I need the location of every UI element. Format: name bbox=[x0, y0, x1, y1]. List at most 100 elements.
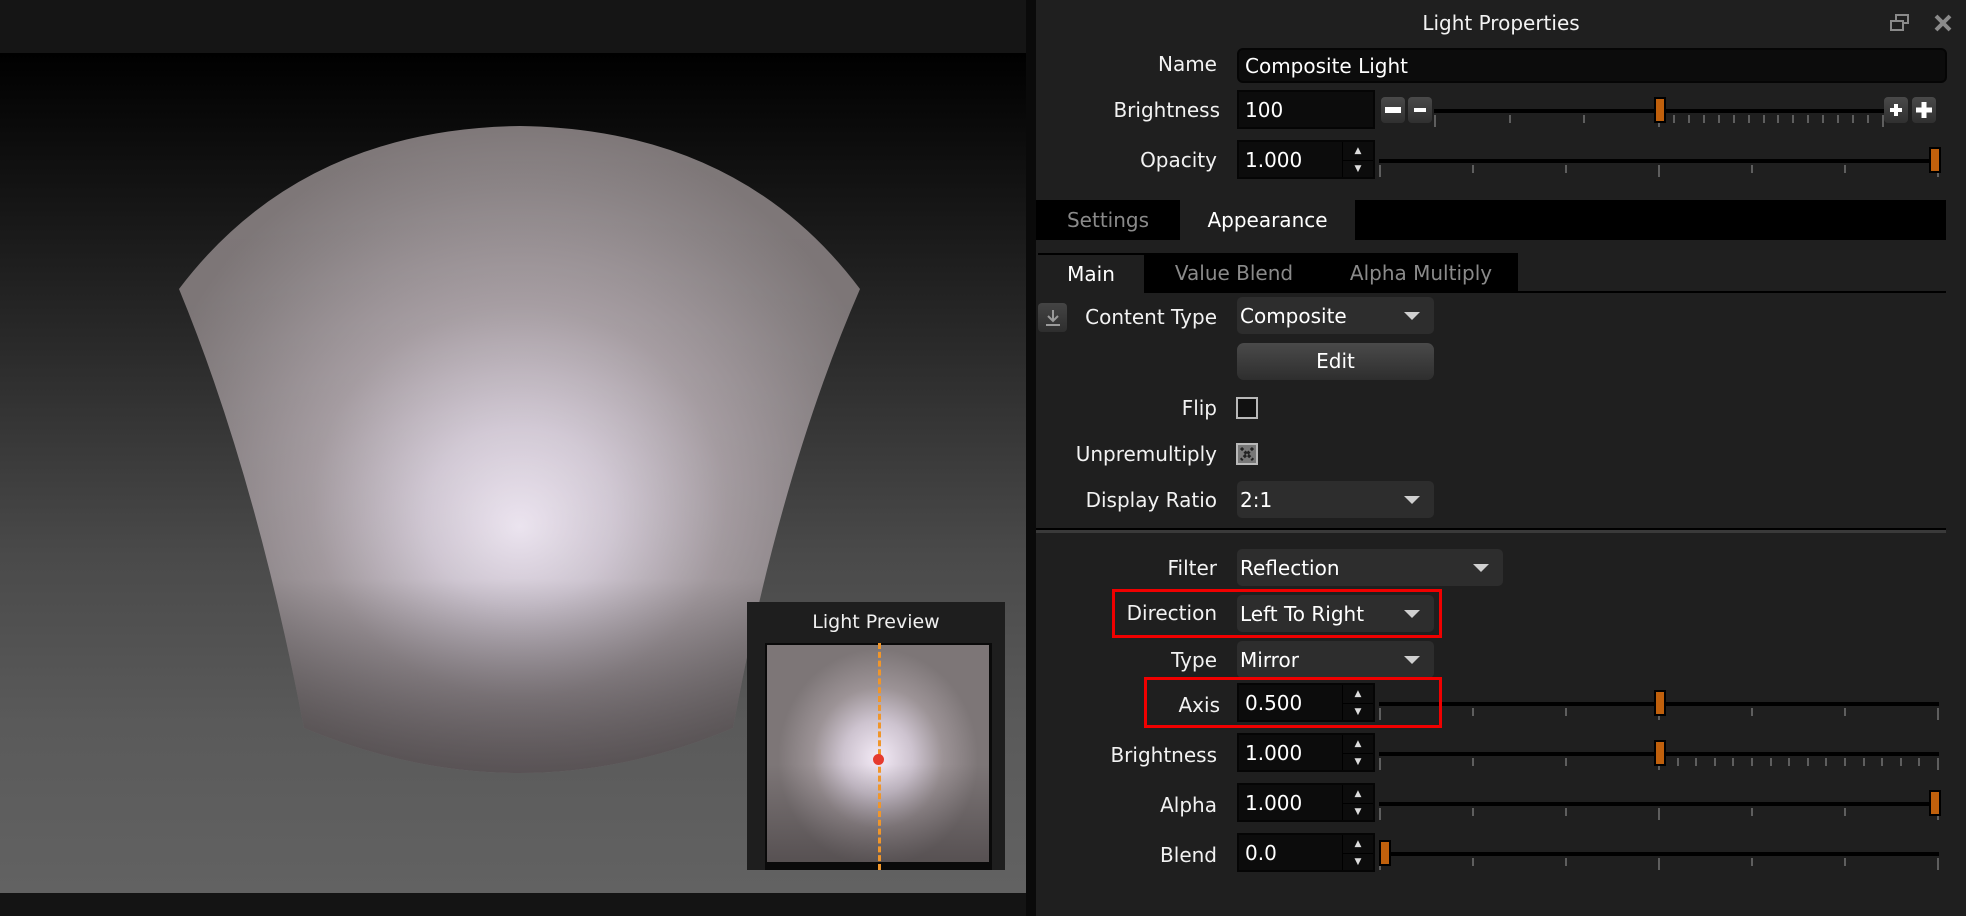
appearance-brightness-input[interactable]: 1.000 ▲ ▼ bbox=[1237, 733, 1375, 772]
slider-tick bbox=[1822, 115, 1825, 123]
opacity-slider[interactable] bbox=[1379, 143, 1941, 183]
axis-slider[interactable] bbox=[1379, 686, 1939, 726]
tab-appearance[interactable]: Appearance bbox=[1180, 200, 1355, 240]
appearance-brightness-slider[interactable] bbox=[1379, 736, 1939, 776]
content-type-dropdown[interactable]: Composite bbox=[1237, 297, 1434, 334]
edit-button[interactable]: Edit bbox=[1237, 343, 1434, 380]
slider-tick bbox=[1672, 115, 1675, 123]
blend-spinner[interactable]: ▲ ▼ bbox=[1342, 835, 1373, 870]
alpha-value: 1.000 bbox=[1245, 790, 1303, 815]
partial-check-icon bbox=[1239, 446, 1255, 462]
slider-tick bbox=[1565, 808, 1567, 816]
spin-up-icon[interactable]: ▲ bbox=[1343, 835, 1373, 854]
slider-track[interactable] bbox=[1379, 852, 1939, 856]
alpha-input[interactable]: 1.000 ▲ ▼ bbox=[1237, 783, 1375, 822]
spin-up-icon[interactable]: ▲ bbox=[1343, 735, 1373, 754]
alpha-slider[interactable] bbox=[1379, 786, 1941, 826]
slider-tick bbox=[1825, 758, 1828, 766]
appearance-brightness-spinner[interactable]: ▲ ▼ bbox=[1342, 735, 1373, 770]
filter-value: Reflection bbox=[1240, 555, 1340, 580]
slider-ticks bbox=[1379, 858, 1939, 870]
spin-down-icon[interactable]: ▼ bbox=[1343, 803, 1373, 821]
increase-large-button[interactable] bbox=[1912, 97, 1936, 123]
type-dropdown[interactable]: Mirror bbox=[1237, 641, 1434, 678]
chevron-down-icon bbox=[1404, 311, 1420, 320]
slider-tick bbox=[1751, 708, 1753, 716]
slider-tick bbox=[1862, 758, 1865, 766]
slider-tick bbox=[1583, 115, 1586, 123]
slider-tick bbox=[1777, 115, 1780, 123]
blend-slider[interactable] bbox=[1379, 836, 1939, 876]
subtab-main[interactable]: Main bbox=[1038, 255, 1144, 293]
slider-track[interactable] bbox=[1379, 159, 1939, 163]
decrease-small-button[interactable] bbox=[1408, 97, 1432, 123]
slider-tick bbox=[1937, 708, 1939, 720]
slider-tick bbox=[1806, 758, 1809, 766]
alpha-spinner[interactable]: ▲ ▼ bbox=[1342, 785, 1373, 820]
tab-settings[interactable]: Settings bbox=[1036, 200, 1180, 240]
opacity-spinner[interactable]: ▲ ▼ bbox=[1342, 142, 1373, 177]
display-ratio-dropdown[interactable]: 2:1 bbox=[1237, 481, 1434, 518]
slider-tick bbox=[1658, 165, 1660, 177]
slider-tick bbox=[1565, 708, 1567, 716]
spin-up-icon[interactable]: ▲ bbox=[1343, 142, 1373, 161]
slider-handle[interactable] bbox=[1654, 740, 1666, 766]
slider-handle[interactable] bbox=[1654, 97, 1666, 123]
unpremultiply-checkbox[interactable] bbox=[1236, 443, 1258, 465]
name-input[interactable]: Composite Light bbox=[1237, 48, 1947, 83]
decrease-large-button[interactable] bbox=[1381, 97, 1405, 123]
flip-label: Flip bbox=[1181, 396, 1217, 420]
slider-tick bbox=[1918, 758, 1921, 766]
flip-checkbox[interactable] bbox=[1236, 397, 1258, 419]
light-properties-panel: Light Properties Name Composite Light Br… bbox=[1036, 0, 1966, 916]
slider-tick bbox=[1695, 758, 1698, 766]
viewport-3d[interactable]: Light Preview bbox=[0, 53, 1026, 893]
slider-tick bbox=[1751, 808, 1753, 816]
slider-tick bbox=[1472, 758, 1474, 766]
light-preview-title: Light Preview bbox=[812, 611, 940, 633]
slider-handle[interactable] bbox=[1379, 840, 1391, 866]
axis-highlight bbox=[1144, 677, 1442, 728]
spin-down-icon[interactable]: ▼ bbox=[1343, 160, 1373, 178]
slider-track[interactable] bbox=[1379, 802, 1939, 806]
opacity-value: 1.000 bbox=[1245, 147, 1303, 172]
brightness-input[interactable]: 100 bbox=[1237, 90, 1375, 129]
slider-tick bbox=[1751, 758, 1753, 766]
spin-down-icon[interactable]: ▼ bbox=[1343, 853, 1373, 871]
slider-tick bbox=[1565, 758, 1567, 766]
viewport-toolbar bbox=[0, 0, 1026, 53]
type-value: Mirror bbox=[1240, 647, 1299, 672]
slider-tick bbox=[1867, 115, 1870, 123]
increase-small-button[interactable] bbox=[1884, 97, 1908, 123]
restore-icon[interactable] bbox=[1890, 14, 1910, 32]
light-preview-canvas[interactable] bbox=[765, 643, 992, 870]
direction-highlight bbox=[1112, 589, 1442, 638]
panel-title: Light Properties bbox=[1422, 11, 1580, 35]
slider-ticks bbox=[1379, 165, 1939, 177]
alpha-label: Alpha bbox=[1160, 793, 1217, 817]
slider-tick bbox=[1807, 115, 1810, 123]
opacity-input[interactable]: 1.000 ▲ ▼ bbox=[1237, 140, 1375, 179]
filter-dropdown[interactable]: Reflection bbox=[1237, 549, 1503, 586]
light-center-point[interactable] bbox=[872, 754, 884, 765]
slider-tick bbox=[1676, 758, 1679, 766]
opacity-label: Opacity bbox=[1140, 148, 1217, 172]
slider-tick bbox=[1508, 115, 1511, 123]
spin-down-icon[interactable]: ▼ bbox=[1343, 753, 1373, 771]
subtab-value-blend[interactable]: Value Blend bbox=[1144, 253, 1324, 293]
slider-tick bbox=[1751, 165, 1753, 173]
slider-handle[interactable] bbox=[1929, 147, 1941, 173]
brightness-slider[interactable] bbox=[1434, 93, 1884, 133]
close-icon[interactable] bbox=[1934, 14, 1952, 32]
blend-input[interactable]: 0.0 ▲ ▼ bbox=[1237, 833, 1375, 872]
spin-up-icon[interactable]: ▲ bbox=[1343, 785, 1373, 804]
slider-tick bbox=[1472, 858, 1474, 866]
section-divider bbox=[1036, 528, 1946, 533]
slider-tick bbox=[1881, 758, 1884, 766]
slider-tick bbox=[1769, 758, 1772, 766]
slider-handle[interactable] bbox=[1929, 790, 1941, 816]
viewport-statusbar bbox=[0, 893, 1026, 916]
subtab-alpha-multiply[interactable]: Alpha Multiply bbox=[1324, 253, 1518, 293]
slider-handle[interactable] bbox=[1654, 690, 1666, 716]
content-type-value: Composite bbox=[1240, 303, 1347, 328]
